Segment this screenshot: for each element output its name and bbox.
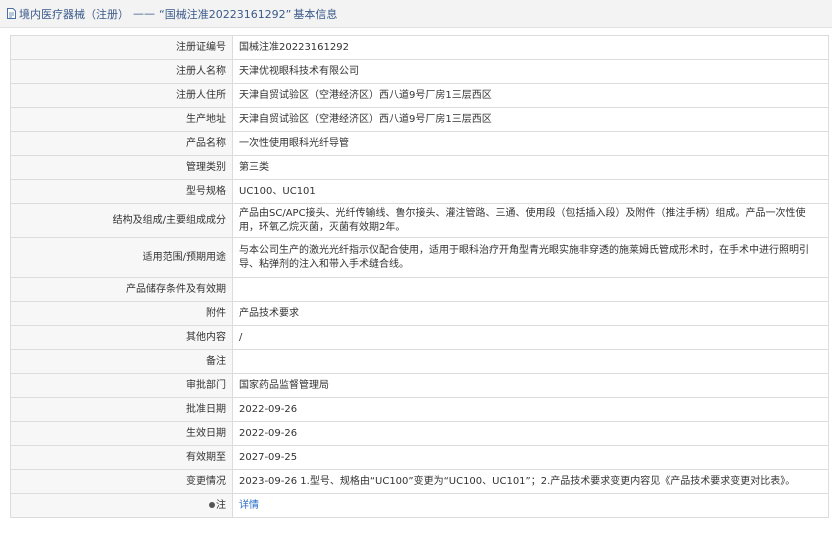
breadcrumb-registration-number: “国械注准20223161292” [159,7,292,21]
change-history-label: 变更情况 [10,469,233,494]
table-row: 审批部门 国家药品监督管理局 [10,373,829,398]
production-address-label: 生产地址 [10,107,233,132]
table-row: 结构及组成/主要组成成分 产品由SC/APC接头、光纤传输线、鲁尔接头、灌注管路、… [10,203,829,238]
breadcrumb-domestic-device[interactable]: 境内医疗器械（注册） [19,6,129,22]
registration-number-value: 国械注准20223161292 [232,35,829,60]
product-name-label: 产品名称 [10,131,233,156]
note-value: 详情 [232,493,829,518]
table-row: 生产地址 天津自贸试验区（空港经济区）西八道9号厂房1三层西区 [10,107,829,132]
breadcrumb-basic-info: 基本信息 [293,7,338,21]
change-history-value: 2023-09-26 1.型号、规格由“UC100”变更为“UC100、UC10… [232,469,829,494]
structure-composition-value: 产品由SC/APC接头、光纤传输线、鲁尔接头、灌注管路、三通、使用段（包括插入段… [232,203,829,238]
management-category-value: 第三类 [232,155,829,180]
document-icon [7,8,16,19]
page-header: 境内医疗器械（注册） —— “国械注准20223161292” 基本信息 [0,0,832,28]
approval-department-label: 审批部门 [10,373,233,398]
registrant-address-label: 注册人住所 [10,83,233,108]
registration-number-label: 注册证编号 [10,35,233,60]
table-row: 管理类别 第三类 [10,155,829,180]
registrant-name-value: 天津优视眼科技术有限公司 [232,59,829,84]
product-name-value: 一次性使用眼科光纤导管 [232,131,829,156]
note-label-text: 注 [216,499,226,511]
table-row: 有效期至 2027-09-25 [10,445,829,470]
attachment-value: 产品技术要求 [232,301,829,326]
other-content-label: 其他内容 [10,325,233,350]
note-icon [209,501,215,508]
effective-date-value: 2022-09-26 [232,421,829,446]
remarks-value [232,349,829,374]
effective-date-label: 生效日期 [10,421,233,446]
table-row: 产品名称 一次性使用眼科光纤导管 [10,131,829,156]
table-row: 型号规格 UC100、UC101 [10,179,829,204]
table-row: 其他内容 / [10,325,829,350]
remarks-label: 备注 [10,349,233,374]
details-link[interactable]: 详情 [239,500,259,511]
model-spec-label: 型号规格 [10,179,233,204]
registrant-address-value: 天津自贸试验区（空港经济区）西八道9号厂房1三层西区 [232,83,829,108]
table-row: 注册人名称 天津优视眼科技术有限公司 [10,59,829,84]
other-content-value: / [232,325,829,350]
table-row: 产品储存条件及有效期 [10,277,829,302]
production-address-value: 天津自贸试验区（空港经济区）西八道9号厂房1三层西区 [232,107,829,132]
table-row: 注册证编号 国械注准20223161292 [10,35,829,60]
table-row: 注册人住所 天津自贸试验区（空港经济区）西八道9号厂房1三层西区 [10,83,829,108]
approval-department-value: 国家药品监督管理局 [232,373,829,398]
note-label: 注 [10,493,233,518]
registration-info-table: 注册证编号 国械注准20223161292 注册人名称 天津优视眼科技术有限公司 注册人… [10,35,829,518]
expiry-date-label: 有效期至 [10,445,233,470]
table-row: 适用范围/预期用途 与本公司生产的激光光纤指示仪配合使用，适用于眼科治疗开角型青光… [10,237,829,278]
table-row: 变更情况 2023-09-26 1.型号、规格由“UC100”变更为“UC100、… [10,469,829,494]
structure-composition-label: 结构及组成/主要组成成分 [10,203,233,238]
table-row: 备注 [10,349,829,374]
approval-date-value: 2022-09-26 [232,397,829,422]
table-row: 注 详情 [10,493,829,518]
registrant-name-label: 注册人名称 [10,59,233,84]
intended-use-value: 与本公司生产的激光光纤指示仪配合使用，适用于眼科治疗开角型青光眼实施非穿透的施莱… [232,237,829,278]
attachment-label: 附件 [10,301,233,326]
table-row: 附件 产品技术要求 [10,301,829,326]
table-row: 批准日期 2022-09-26 [10,397,829,422]
intended-use-label: 适用范围/预期用途 [10,237,233,278]
storage-conditions-value [232,277,829,302]
storage-conditions-label: 产品储存条件及有效期 [10,277,233,302]
expiry-date-value: 2027-09-25 [232,445,829,470]
breadcrumb-separator: —— [133,7,155,20]
model-spec-value: UC100、UC101 [232,179,829,204]
management-category-label: 管理类别 [10,155,233,180]
approval-date-label: 批准日期 [10,397,233,422]
table-row: 生效日期 2022-09-26 [10,421,829,446]
